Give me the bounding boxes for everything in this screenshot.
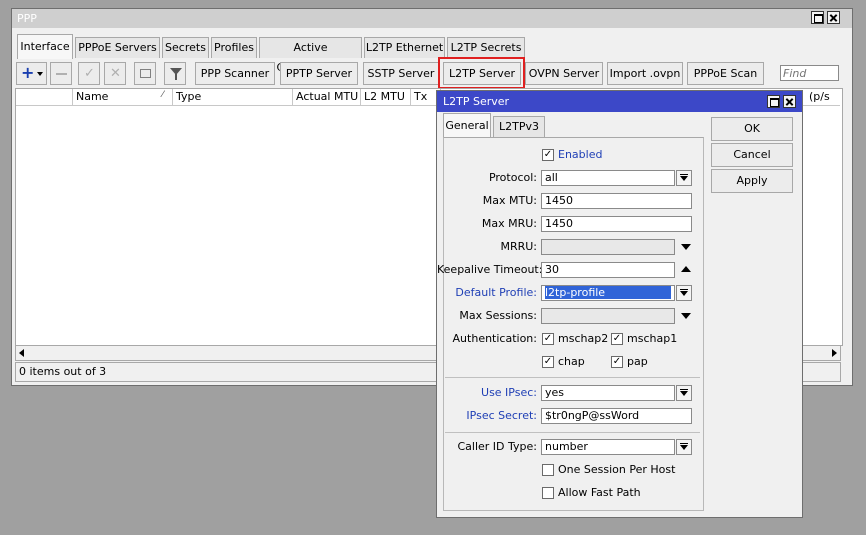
enable-button[interactable]: ✓ bbox=[78, 62, 100, 85]
scroll-right-icon[interactable] bbox=[832, 349, 837, 357]
max-mru-label: Max MRU: bbox=[481, 217, 537, 230]
col-blank bbox=[16, 89, 73, 105]
col-name[interactable]: Name bbox=[73, 89, 173, 105]
item-count: 0 items out of 3 bbox=[19, 365, 107, 378]
sort-indicator-icon: ⁄ bbox=[162, 90, 164, 100]
l2tp-server-highlight bbox=[438, 57, 525, 89]
enabled-label: Enabled bbox=[558, 148, 603, 161]
pap-checkbox[interactable]: ✓ bbox=[611, 356, 623, 368]
separator-1 bbox=[445, 377, 700, 378]
l2tp-dialog-titlebar: L2TP Server bbox=[437, 91, 802, 112]
mschap1-checkbox[interactable]: ✓ bbox=[611, 333, 623, 345]
mrru-input[interactable] bbox=[541, 239, 675, 255]
import-ovpn-button[interactable]: Import .ovpn bbox=[607, 62, 683, 85]
plus-icon: + bbox=[21, 63, 35, 82]
pptp-server-button[interactable]: PPTP Server bbox=[280, 62, 358, 85]
default-profile-value: l2tp-profile bbox=[545, 286, 671, 299]
max-sessions-expand-icon[interactable] bbox=[681, 313, 691, 319]
chevron-down-icon bbox=[37, 72, 43, 76]
use-ipsec-select[interactable]: yes bbox=[541, 385, 675, 401]
one-session-checkbox[interactable] bbox=[542, 464, 554, 476]
pppoe-scan-button[interactable]: PPPoE Scan bbox=[687, 62, 764, 85]
remove-button[interactable] bbox=[50, 62, 72, 85]
caller-id-label: Caller ID Type: bbox=[457, 440, 537, 453]
tab-general[interactable]: General bbox=[443, 113, 491, 138]
ok-button[interactable]: OK bbox=[711, 117, 793, 141]
keepalive-label: Keepalive Timeout: bbox=[437, 263, 543, 276]
check-icon: ✓ bbox=[84, 66, 95, 81]
tab-pppoe-servers[interactable]: PPPoE Servers bbox=[75, 37, 160, 58]
ppp-maximize-icon[interactable] bbox=[811, 11, 824, 24]
keepalive-input[interactable]: 30 bbox=[541, 262, 675, 278]
one-session-label: One Session Per Host bbox=[558, 463, 676, 476]
sstp-server-button[interactable]: SSTP Server bbox=[363, 62, 439, 85]
chap-label: chap bbox=[558, 355, 585, 368]
tab-active-connections[interactable]: Active Connections bbox=[259, 37, 362, 74]
default-profile-label: Default Profile: bbox=[455, 286, 537, 299]
allow-fast-path-label: Allow Fast Path bbox=[558, 486, 641, 499]
add-button[interactable]: + bbox=[16, 62, 47, 85]
mschap2-label: mschap2 bbox=[558, 332, 609, 345]
tab-interface[interactable]: Interface bbox=[17, 34, 73, 59]
col-p-s[interactable]: (p/s bbox=[806, 89, 840, 105]
l2tp-dialog-title: L2TP Server bbox=[443, 95, 510, 108]
col-l2-mtu[interactable]: L2 MTU bbox=[361, 89, 411, 105]
mrru-label: MRRU: bbox=[500, 240, 537, 253]
ppp-title: PPP bbox=[12, 9, 852, 28]
comment-button[interactable] bbox=[134, 62, 156, 85]
use-ipsec-dropdown-icon[interactable] bbox=[676, 385, 692, 401]
mschap1-label: mschap1 bbox=[627, 332, 678, 345]
scroll-left-icon[interactable] bbox=[19, 349, 24, 357]
ppp-scanner-button[interactable]: PPP Scanner bbox=[195, 62, 275, 85]
ipsec-secret-label: IPsec Secret: bbox=[466, 409, 537, 422]
disable-button[interactable]: ✕ bbox=[104, 62, 126, 85]
col-actual-mtu[interactable]: Actual MTU bbox=[293, 89, 361, 105]
max-sessions-input[interactable] bbox=[541, 308, 675, 324]
keepalive-collapse-icon[interactable] bbox=[681, 266, 691, 272]
dialog-close-icon[interactable] bbox=[783, 95, 796, 108]
comment-icon bbox=[140, 69, 151, 78]
tab-secrets[interactable]: Secrets bbox=[162, 37, 209, 58]
max-mtu-input[interactable]: 1450 bbox=[541, 193, 692, 209]
col-type[interactable]: Type bbox=[173, 89, 293, 105]
tab-l2tp-secrets[interactable]: L2TP Secrets bbox=[447, 37, 525, 58]
max-sessions-label: Max Sessions: bbox=[459, 309, 537, 322]
ovpn-server-button[interactable]: OVPN Server bbox=[525, 62, 603, 85]
default-profile-dropdown-icon[interactable] bbox=[676, 285, 692, 301]
tab-l2tpv3[interactable]: L2TPv3 bbox=[493, 116, 545, 137]
apply-button[interactable]: Apply bbox=[711, 169, 793, 193]
filter-button[interactable] bbox=[164, 62, 186, 85]
tab-profiles[interactable]: Profiles bbox=[211, 37, 257, 58]
caller-id-dropdown-icon[interactable] bbox=[676, 439, 692, 455]
mrru-expand-icon[interactable] bbox=[681, 244, 691, 250]
chap-checkbox[interactable]: ✓ bbox=[542, 356, 554, 368]
mschap2-checkbox[interactable]: ✓ bbox=[542, 333, 554, 345]
ppp-close-icon[interactable] bbox=[827, 11, 840, 24]
caller-id-select[interactable]: number bbox=[541, 439, 675, 455]
use-ipsec-label: Use IPsec: bbox=[481, 386, 537, 399]
minus-icon bbox=[56, 73, 67, 75]
default-profile-select[interactable]: l2tp-profile bbox=[541, 285, 675, 301]
protocol-select[interactable]: all bbox=[541, 170, 675, 186]
protocol-dropdown-icon[interactable] bbox=[676, 170, 692, 186]
separator-2 bbox=[445, 432, 700, 433]
tab-l2tp-ethernet[interactable]: L2TP Ethernet bbox=[364, 37, 445, 58]
max-mtu-label: Max MTU: bbox=[482, 194, 537, 207]
cross-icon: ✕ bbox=[110, 66, 121, 81]
pap-label: pap bbox=[627, 355, 648, 368]
allow-fast-path-checkbox[interactable] bbox=[542, 487, 554, 499]
authentication-label: Authentication: bbox=[452, 332, 537, 345]
max-mru-input[interactable]: 1450 bbox=[541, 216, 692, 232]
find-input[interactable] bbox=[780, 65, 839, 81]
ipsec-secret-input[interactable]: $tr0ngP@ssWord bbox=[541, 408, 692, 424]
cancel-button[interactable]: Cancel bbox=[711, 143, 793, 167]
protocol-label: Protocol: bbox=[488, 171, 537, 184]
enabled-checkbox[interactable]: ✓ bbox=[542, 149, 554, 161]
dialog-maximize-icon[interactable] bbox=[767, 95, 780, 108]
